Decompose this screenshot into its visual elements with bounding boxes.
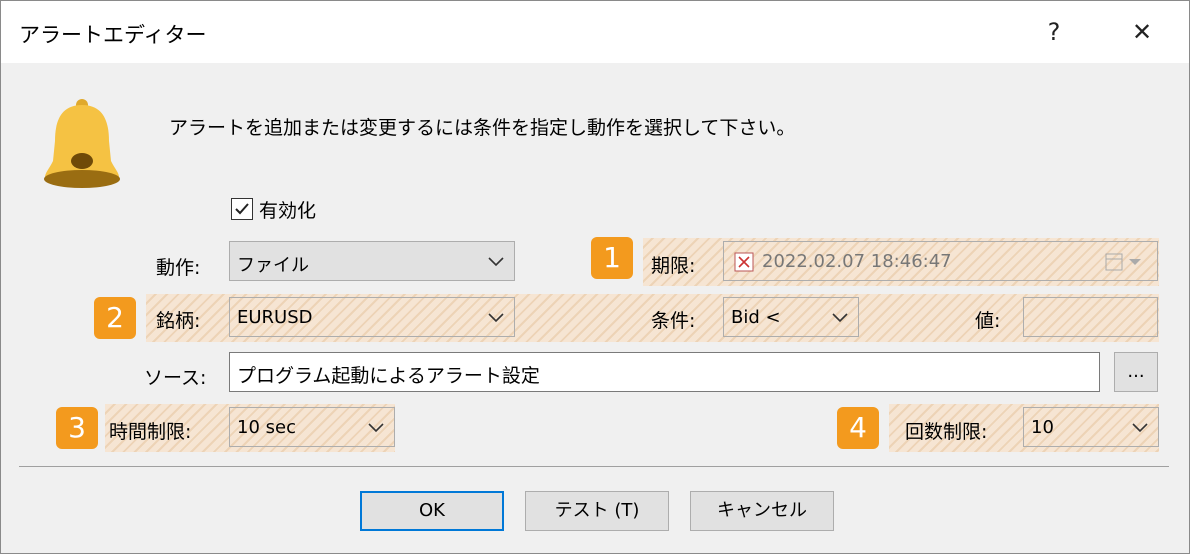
test-button[interactable]: テスト (T) bbox=[525, 491, 669, 531]
count-limit-value: 10 bbox=[1031, 417, 1054, 438]
calendar-dropdown-icon[interactable] bbox=[1105, 253, 1143, 271]
chevron-down-icon bbox=[368, 423, 384, 433]
enable-label: 有効化 bbox=[259, 200, 317, 222]
chevron-down-icon bbox=[832, 313, 848, 323]
window-title: アラートエディター bbox=[19, 23, 207, 47]
source-input[interactable]: プログラム起動によるアラート設定 bbox=[229, 352, 1100, 392]
time-limit-value: 10 sec bbox=[237, 417, 296, 438]
time-limit-label: 時間制限: bbox=[109, 421, 192, 443]
action-label: 動作: bbox=[156, 257, 201, 279]
separator bbox=[19, 466, 1169, 467]
expiry-label: 期限: bbox=[651, 255, 696, 277]
help-button[interactable]: ? bbox=[1031, 11, 1077, 53]
expiry-value: 2022.02.07 18:46:47 bbox=[762, 251, 952, 272]
source-label: ソース: bbox=[144, 367, 207, 389]
alert-editor-dialog: アラートエディター ? ✕ アラートを追加または変更するには条件を指定し動作を選… bbox=[0, 0, 1190, 554]
chevron-down-icon bbox=[488, 257, 504, 267]
count-limit-label: 回数制限: bbox=[905, 421, 988, 443]
instruction-message: アラートを追加または変更するには条件を指定し動作を選択して下さい。 bbox=[169, 117, 796, 139]
value-label: 値: bbox=[975, 310, 1001, 332]
symbol-label: 銘柄: bbox=[156, 310, 201, 332]
checkmark-icon bbox=[235, 203, 249, 215]
value-input[interactable] bbox=[1023, 297, 1158, 337]
cancel-button[interactable]: キャンセル bbox=[690, 491, 834, 531]
title-bar: アラートエディター ? ✕ bbox=[1, 1, 1189, 63]
badge-4: 4 bbox=[837, 407, 879, 449]
badge-2: 2 bbox=[94, 297, 136, 339]
badge-1: 1 bbox=[591, 237, 633, 279]
symbol-value: EURUSD bbox=[237, 307, 313, 328]
symbol-select[interactable]: EURUSD bbox=[229, 297, 515, 337]
action-select[interactable]: ファイル bbox=[229, 241, 515, 281]
expiry-datetime-picker[interactable]: 2022.02.07 18:46:47 bbox=[723, 241, 1158, 281]
badge-3: 3 bbox=[56, 407, 98, 449]
source-value: プログラム起動によるアラート設定 bbox=[237, 365, 540, 387]
browse-button[interactable]: ... bbox=[1114, 352, 1158, 392]
close-button[interactable]: ✕ bbox=[1119, 11, 1165, 53]
chevron-down-icon bbox=[1132, 423, 1148, 433]
action-value: ファイル bbox=[237, 255, 309, 276]
condition-select[interactable]: Bid < bbox=[723, 297, 859, 337]
count-limit-select[interactable]: 10 bbox=[1023, 407, 1159, 447]
condition-label: 条件: bbox=[651, 310, 696, 332]
condition-value: Bid < bbox=[731, 307, 781, 328]
unchecked-x-icon[interactable] bbox=[734, 252, 754, 272]
enable-checkbox[interactable] bbox=[231, 198, 253, 220]
ok-button[interactable]: OK bbox=[360, 491, 504, 531]
time-limit-select[interactable]: 10 sec bbox=[229, 407, 395, 447]
bell-icon bbox=[44, 99, 120, 188]
chevron-down-icon bbox=[488, 313, 504, 323]
